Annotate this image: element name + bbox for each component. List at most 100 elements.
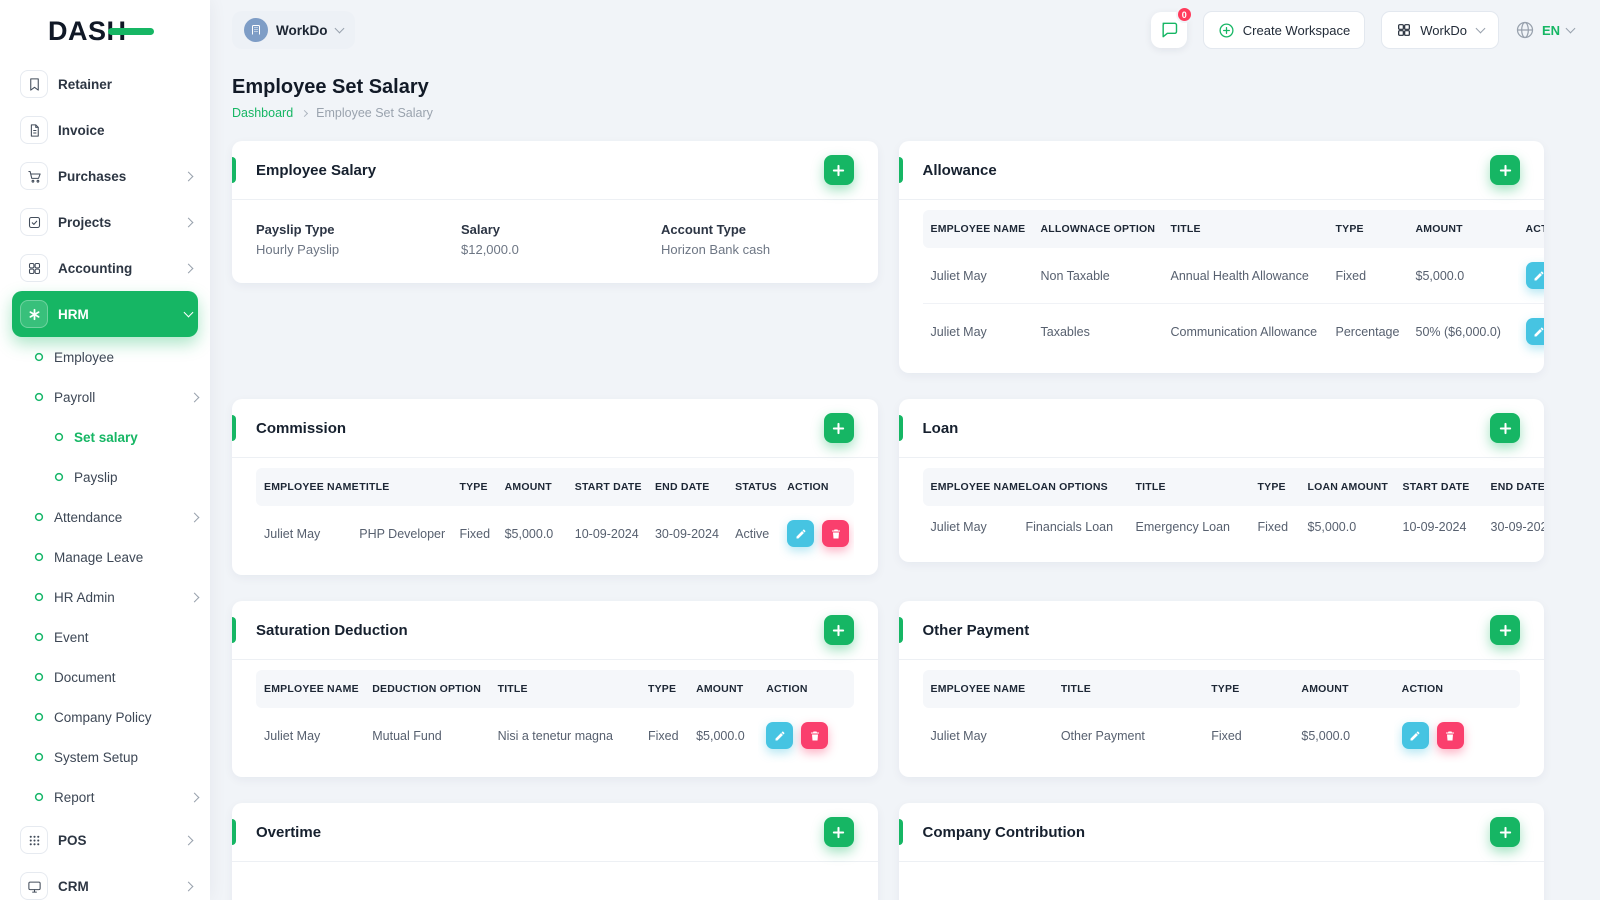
table-row: Juliet May Financials Loan Emergency Loa… — [923, 506, 1545, 548]
sidebar-item-accounting[interactable]: Accounting — [12, 245, 198, 291]
cell-status: Active — [735, 526, 770, 541]
allowance-table: EMPLOYEE NAME ALLOWNACE OPTION TITLE TYP… — [899, 200, 1544, 373]
sidebar-item-employee[interactable]: Employee — [12, 337, 198, 377]
bullet-icon — [34, 712, 44, 722]
column-header: TYPE — [1203, 670, 1294, 708]
add-overtime-button[interactable] — [823, 817, 854, 847]
sidebar-item-event[interactable]: Event — [12, 617, 198, 657]
sidebar-item-pos[interactable]: POS — [12, 817, 198, 863]
sidebar-item-projects[interactable]: Projects — [12, 199, 198, 245]
sidebar-item-retainer[interactable]: Retainer — [12, 61, 198, 107]
delete-button[interactable] — [1436, 722, 1464, 749]
add-employee-salary-button[interactable] — [823, 155, 854, 185]
pos-icon — [20, 826, 48, 854]
commission-card: Commission EMPLOYEE NAME TITLE TYPE AMOU… — [232, 399, 878, 575]
add-other-payment-button[interactable] — [1490, 615, 1520, 645]
cell-amount: $5,000.0 — [1307, 520, 1357, 534]
edit-button[interactable] — [787, 520, 815, 547]
hrm-icon — [20, 300, 48, 328]
crm-icon — [20, 872, 48, 900]
cell-option: Financials Loan — [1025, 520, 1114, 534]
sidebar-item-document[interactable]: Document — [12, 657, 198, 697]
logo-dash-icon — [108, 28, 154, 35]
bullet-icon — [34, 392, 44, 402]
sidebar-item-manage-leave[interactable]: Manage Leave — [12, 537, 198, 577]
page-title: Employee Set Salary — [232, 76, 429, 98]
breadcrumb-dashboard-link[interactable]: Dashboard — [232, 106, 293, 120]
cell-title: Nisi a tenetur magna — [497, 728, 613, 743]
sidebar-item-crm[interactable]: CRM — [12, 863, 198, 900]
chevron-right-icon — [183, 217, 194, 227]
logo: DASH — [48, 16, 168, 47]
edit-button[interactable] — [1525, 318, 1544, 345]
topbar-actions: 0 Create Workspace WorkDo EN — [1150, 6, 1576, 49]
field-payslip-type: Payslip Type Hourly Payslip — [256, 222, 461, 257]
bullet-icon — [34, 592, 44, 602]
chevron-right-icon — [189, 392, 200, 402]
card-header: Company Contribution — [898, 803, 1544, 862]
cell-employee: Juliet May — [930, 268, 987, 283]
column-header: LOAN AMOUNT — [1299, 468, 1395, 506]
sidebar-item-invoice[interactable]: Invoice — [12, 107, 198, 153]
trash-icon — [1446, 731, 1455, 740]
field-label: Payslip Type — [256, 222, 335, 237]
field-label: Salary — [461, 222, 501, 237]
chevron-down-icon — [334, 23, 344, 34]
workspace-switcher[interactable]: WorkDo — [232, 11, 355, 49]
table-header-row: EMPLOYEE NAME LOAN OPTIONS TITLE TYPE LO… — [922, 468, 1544, 506]
sidebar-item-label: Employee — [54, 349, 115, 365]
sidebar-item-set-salary[interactable]: Set salary — [12, 417, 198, 457]
sidebar-item-label: POS — [58, 832, 87, 848]
sidebar-item-system-setup[interactable]: System Setup — [12, 737, 198, 777]
delete-button[interactable] — [801, 722, 829, 749]
apps-menu-button[interactable]: WorkDo — [1381, 11, 1499, 49]
language-selector[interactable]: EN — [1515, 20, 1576, 40]
sidebar-item-report[interactable]: Report — [12, 777, 200, 817]
column-header: AMOUNT — [1293, 670, 1394, 708]
edit-button[interactable] — [1401, 722, 1429, 749]
sidebar-item-label: Attendance — [54, 509, 123, 525]
edit-button[interactable] — [766, 722, 794, 749]
sidebar-item-purchases[interactable]: Purchases — [12, 153, 198, 199]
delete-button[interactable] — [822, 520, 850, 547]
messages-button[interactable]: 0 — [1150, 6, 1193, 48]
trash-icon — [810, 731, 819, 740]
add-saturation-deduction-button[interactable] — [823, 615, 854, 645]
other-payment-table: EMPLOYEE NAME TITLE TYPE AMOUNT ACTION J… — [899, 660, 1545, 777]
add-company-contribution-button[interactable] — [1490, 817, 1520, 847]
sidebar-item-label: Accounting — [58, 260, 133, 276]
edit-button[interactable] — [1525, 262, 1544, 289]
sidebar-item-payroll[interactable]: Payroll — [12, 377, 200, 417]
chevron-right-icon — [189, 792, 200, 802]
chevron-right-icon — [183, 835, 194, 845]
card-header: Other Payment — [898, 601, 1544, 660]
sidebar-item-label: Purchases — [58, 168, 127, 184]
breadcrumb: Dashboard Employee Set Salary — [232, 106, 1544, 120]
create-workspace-button[interactable]: Create Workspace — [1202, 11, 1366, 49]
plus-icon — [1499, 826, 1511, 838]
add-commission-button[interactable] — [823, 413, 854, 443]
column-header: START DATE — [566, 468, 647, 506]
bullet-icon — [34, 632, 44, 642]
company-contribution-card: Company Contribution — [898, 803, 1544, 900]
chevron-down-icon — [183, 307, 194, 318]
plus-icon — [832, 164, 845, 176]
sidebar-item-hrm[interactable]: HRM — [12, 291, 198, 337]
cell-employee: Juliet May — [930, 728, 987, 743]
field-account-type: Account Type Horizon Bank cash — [661, 222, 854, 257]
pencil-icon — [1534, 327, 1544, 336]
invoice-icon — [20, 116, 48, 144]
sidebar-item-hr-admin[interactable]: HR Admin — [12, 577, 200, 617]
cell-amount: $5,000.0 — [504, 526, 554, 541]
sidebar-item-attendance[interactable]: Attendance — [12, 497, 200, 537]
sidebar-item-payslip[interactable]: Payslip — [12, 457, 198, 497]
plus-icon — [1499, 624, 1511, 636]
column-header: EMPLOYEE NAME — [922, 670, 1053, 708]
add-allowance-button[interactable] — [1490, 155, 1520, 185]
plus-icon — [832, 624, 845, 636]
plus-icon — [832, 826, 845, 838]
sidebar-item-label: System Setup — [54, 749, 139, 765]
add-loan-button[interactable] — [1490, 413, 1520, 443]
sidebar-item-company-policy[interactable]: Company Policy — [12, 697, 198, 737]
card-body — [232, 862, 878, 900]
